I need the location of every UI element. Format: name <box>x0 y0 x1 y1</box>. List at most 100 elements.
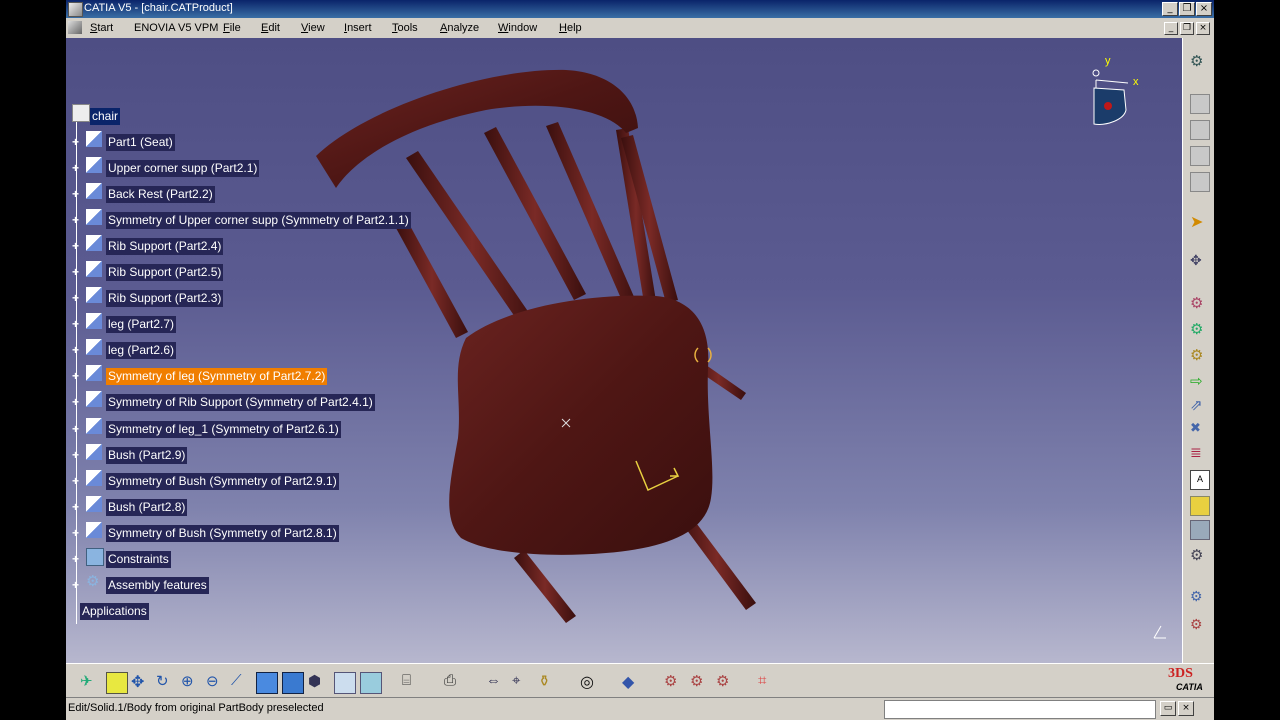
expand-icon[interactable]: + <box>72 553 81 565</box>
expand-icon[interactable]: + <box>72 292 81 304</box>
expand-icon[interactable]: + <box>72 396 81 408</box>
status-close-button[interactable]: × <box>1178 701 1194 716</box>
clash-icon[interactable]: ≣ <box>1190 444 1208 462</box>
tree-node-label[interactable]: Symmetry of Upper corner supp (Symmetry … <box>106 212 411 229</box>
menu-analyze[interactable]: Analyze <box>440 22 479 34</box>
zoom-in-icon[interactable]: ⊕ <box>181 672 201 692</box>
iso-view-icon[interactable] <box>282 672 304 694</box>
tree-node-label[interactable]: Bush (Part2.8) <box>106 499 188 516</box>
new-part-icon[interactable] <box>1190 146 1210 166</box>
tree-node-label[interactable]: Constraints <box>106 551 171 568</box>
constraint-gear-icon[interactable]: ⚙ <box>1190 294 1208 312</box>
annotation-icon[interactable]: A <box>1190 470 1210 490</box>
tree-node-label[interactable]: Bush (Part2.9) <box>106 447 188 464</box>
expand-icon[interactable]: + <box>72 162 81 174</box>
expand-icon[interactable]: + <box>72 344 81 356</box>
menu-insert[interactable]: Insert <box>344 22 372 34</box>
capture-icon[interactable]: ⌸ <box>402 672 422 692</box>
measure-item-icon[interactable]: ⌖ <box>512 672 532 692</box>
tree-node-label[interactable]: Upper corner supp (Part2.1) <box>106 160 260 177</box>
tree-root-label[interactable]: chair <box>90 108 121 125</box>
swap-space-icon[interactable] <box>360 672 382 694</box>
measure-between-icon[interactable]: ⇔ <box>486 672 506 692</box>
normal-view-icon[interactable]: ⟋ <box>231 672 251 692</box>
compass-icon[interactable] <box>1092 69 1129 125</box>
tree-node-label[interactable]: Symmetry of leg_1 (Symmetry of Part2.6.1… <box>106 421 341 438</box>
pan-icon[interactable]: ✥ <box>131 672 151 692</box>
measure-icon[interactable]: ⎙ <box>444 672 464 692</box>
sectioning-icon[interactable]: ⚙ <box>1190 616 1208 634</box>
expand-icon[interactable]: + <box>72 423 81 435</box>
photo-studio-icon[interactable]: ⚙ <box>716 672 736 692</box>
menu-window[interactable]: Window <box>498 22 537 34</box>
tree-node-label[interactable]: Symmetry of Rib Support (Symmetry of Par… <box>106 394 375 411</box>
tree-node-label[interactable]: Part1 (Seat) <box>106 134 175 151</box>
leg-back-left[interactable] <box>514 550 576 623</box>
menu-tools[interactable]: Tools <box>392 22 418 34</box>
status-restore-button[interactable]: ▭ <box>1160 701 1176 716</box>
render-style-icon[interactable]: ⬢ <box>308 672 328 692</box>
menu-enovia[interactable]: ENOVIA V5 VPM <box>134 22 218 34</box>
tree-node-label[interactable]: Back Rest (Part2.2) <box>106 186 215 203</box>
expand-icon[interactable]: + <box>72 449 81 461</box>
explode-icon[interactable]: ✖ <box>1190 420 1208 438</box>
fix-icon[interactable]: ⚙ <box>1190 346 1208 364</box>
smart-move-icon[interactable]: ⇗ <box>1190 396 1208 414</box>
minimize-button[interactable]: _ <box>1162 2 1178 16</box>
tree-node-label[interactable]: Symmetry of Bush (Symmetry of Part2.8.1) <box>106 525 339 542</box>
manipulate-icon[interactable]: ✥ <box>1190 252 1208 270</box>
update-icon[interactable]: ⚙ <box>1190 320 1208 338</box>
analysis-gear-icon[interactable]: ⚙ <box>1190 546 1208 564</box>
catalog-browser-icon[interactable]: ⚙ <box>690 672 710 692</box>
expand-icon[interactable]: + <box>72 266 81 278</box>
apply-material-icon[interactable]: ◆ <box>622 672 642 692</box>
expand-icon[interactable]: + <box>72 188 81 200</box>
expand-icon[interactable]: + <box>72 370 81 382</box>
command-input[interactable] <box>884 700 1156 719</box>
tree-node-label[interactable]: Symmetry of Bush (Symmetry of Part2.9.1) <box>106 473 339 490</box>
expand-icon[interactable]: + <box>72 579 81 591</box>
expand-icon[interactable]: + <box>72 527 81 539</box>
catalog-icon[interactable] <box>1190 496 1210 516</box>
rotate-icon[interactable]: ↻ <box>156 672 176 692</box>
tree-node-label[interactable]: Assembly features <box>106 577 209 594</box>
move-arrow-icon[interactable]: ⇨ <box>1190 372 1208 390</box>
close-button[interactable]: × <box>1196 2 1212 16</box>
tree-node-label[interactable]: leg (Part2.6) <box>106 342 177 359</box>
expand-icon[interactable]: + <box>72 475 81 487</box>
knowledge-icon[interactable]: ◎ <box>580 672 600 692</box>
measure-inertia-icon[interactable]: ⚱ <box>538 672 558 692</box>
grid-icon[interactable]: ⌗ <box>758 672 778 692</box>
scene-icon[interactable]: ⚙ <box>1190 588 1208 606</box>
expand-icon[interactable]: + <box>72 240 81 252</box>
doc-restore-button[interactable]: ❐ <box>1180 22 1194 35</box>
hide-show-icon[interactable] <box>334 672 356 694</box>
menu-view[interactable]: View <box>301 22 325 34</box>
settings-gear-icon[interactable]: ⚙ <box>1190 52 1208 70</box>
tree-node-label[interactable]: Rib Support (Part2.3) <box>106 290 224 307</box>
tree-node-label[interactable]: leg (Part2.7) <box>106 316 177 333</box>
new-product-icon[interactable] <box>1190 120 1210 140</box>
fit-all-icon[interactable] <box>106 672 128 694</box>
menu-start[interactable]: Start <box>90 22 113 34</box>
existing-component-icon[interactable] <box>1190 172 1210 192</box>
3d-viewport[interactable]: y x chair + Part1 (Seat) + Upper corner … <box>66 38 1182 663</box>
multi-view-icon[interactable] <box>256 672 278 694</box>
expand-icon[interactable]: + <box>72 501 81 513</box>
menu-help[interactable]: Help <box>559 22 582 34</box>
menu-file[interactable]: File <box>223 22 241 34</box>
tree-node-label[interactable]: Rib Support (Part2.5) <box>106 264 224 281</box>
zoom-out-icon[interactable]: ⊖ <box>206 672 226 692</box>
expand-icon[interactable]: + <box>72 214 81 226</box>
doc-minimize-button[interactable]: _ <box>1164 22 1178 35</box>
expand-icon[interactable]: + <box>72 318 81 330</box>
new-component-icon[interactable] <box>1190 94 1210 114</box>
menu-edit[interactable]: Edit <box>261 22 280 34</box>
expand-icon[interactable]: + <box>72 136 81 148</box>
select-arrow-icon[interactable]: ➤ <box>1190 212 1208 231</box>
tree-node-label[interactable]: Symmetry of leg (Symmetry of Part2.7.2) <box>106 368 328 385</box>
maximize-button[interactable]: ❐ <box>1179 2 1195 16</box>
tree-node-label[interactable]: Applications <box>80 603 149 620</box>
bill-of-material-icon[interactable] <box>1190 520 1210 540</box>
fly-mode-icon[interactable]: ✈ <box>80 672 100 692</box>
